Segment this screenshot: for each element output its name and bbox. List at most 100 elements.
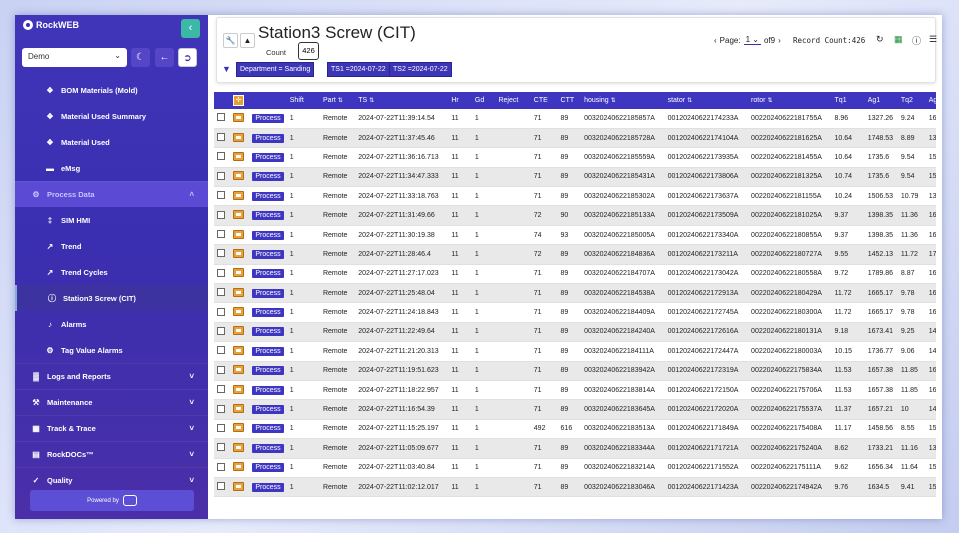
filter-chip-ts1[interactable]: TS1 =2024-07-22: [327, 62, 390, 77]
folder-icon[interactable]: [233, 210, 245, 220]
folder-icon[interactable]: [233, 229, 245, 239]
process-button[interactable]: Process: [252, 346, 284, 356]
column-header-hr[interactable]: Hr: [448, 92, 472, 109]
row-checkbox[interactable]: [217, 268, 225, 277]
process-button[interactable]: Process: [252, 191, 284, 201]
sidebar-item-material-used[interactable]: ❖ Material Used: [15, 129, 208, 155]
collapse-sidebar-button[interactable]: ‹: [181, 19, 200, 38]
column-header-gd[interactable]: Gd: [471, 92, 496, 109]
info-icon[interactable]: ⓘ: [912, 34, 921, 47]
row-checkbox[interactable]: [217, 113, 225, 122]
table-row[interactable]: Process 1 Remote 2024-07-22T11:03:40.84 11 1 7…: [214, 458, 936, 478]
folder-icon[interactable]: [233, 442, 245, 452]
row-checkbox[interactable]: [217, 191, 225, 200]
workspace-select[interactable]: Demo ⌄: [22, 48, 127, 67]
table-row[interactable]: Process 1 Remote 2024-07-22T11:21:20.313 11 1…: [214, 341, 936, 362]
table-row[interactable]: Process 1 Remote 2024-07-22T11:28:46.4 11 1 72…: [214, 244, 936, 265]
table-row[interactable]: Process 1 Remote 2024-07-22T11:31:49.66 11 1 7…: [214, 205, 936, 226]
process-button[interactable]: Process: [252, 211, 284, 221]
column-header-shift[interactable]: Shift: [286, 92, 320, 109]
sort-up-icon[interactable]: ▲: [240, 33, 255, 48]
process-button[interactable]: Process: [252, 113, 284, 123]
table-row[interactable]: Process 1 Remote 2024-07-22T11:30:19.38 11 1 7…: [214, 225, 936, 246]
row-checkbox[interactable]: [217, 482, 225, 491]
folder-icon[interactable]: [233, 462, 245, 472]
table-row[interactable]: Process 1 Remote 2024-07-22T11:33:18.763 11 1…: [214, 186, 936, 207]
table-row[interactable]: Process 1 Remote 2024-07-22T11:19:51.623 11 1…: [214, 361, 936, 381]
process-button[interactable]: Process: [252, 230, 284, 240]
process-button[interactable]: Process: [252, 269, 284, 279]
process-button[interactable]: Process: [252, 288, 284, 298]
process-button[interactable]: Process: [252, 405, 284, 415]
sidebar-item-emsg[interactable]: ▬ eMsg: [15, 155, 208, 181]
column-header-housing[interactable]: housing ⇅: [581, 92, 665, 109]
folder-icon[interactable]: [233, 151, 245, 161]
column-header-tq1[interactable]: Tq1: [831, 92, 865, 109]
row-checkbox[interactable]: [217, 326, 225, 335]
sidebar-item-trend-cycles[interactable]: ↗ Trend Cycles: [15, 259, 208, 285]
sidebar-item-trend[interactable]: ↗ Trend: [15, 233, 208, 259]
table-row[interactable]: Process 1 Remote 2024-07-22T11:16:54.39 11 1 7…: [214, 399, 936, 420]
table-row[interactable]: Process 1 Remote 2024-07-22T11:18:22.957 11 1…: [214, 380, 936, 401]
process-button[interactable]: Process: [252, 308, 284, 318]
table-row[interactable]: Process 1 Remote 2024-07-22T11:02:12.017 11 1…: [214, 477, 936, 498]
folder-icon[interactable]: [233, 132, 245, 142]
row-checkbox[interactable]: [217, 307, 225, 316]
sidebar-item-maintenance[interactable]: ⚒ Maintenance ˅: [15, 389, 208, 415]
folder-icon[interactable]: [233, 268, 245, 278]
next-page-icon[interactable]: ›: [778, 36, 781, 45]
folder-icon[interactable]: [233, 287, 245, 297]
table-row[interactable]: Process 1 Remote 2024-07-22T11:37:45.46 11 1 7…: [214, 128, 936, 149]
menu-icon[interactable]: ☰: [929, 34, 937, 45]
wrench-icon[interactable]: 🔧: [223, 33, 238, 48]
folder-icon[interactable]: [233, 423, 245, 433]
table-row[interactable]: Process 1 Remote 2024-07-22T11:27:17.023 11 1…: [214, 264, 936, 285]
filter-chip-ts2[interactable]: TS2 =2024-07-22: [389, 62, 452, 77]
row-checkbox[interactable]: [217, 385, 225, 394]
expand-icon[interactable]: ✛: [233, 95, 245, 106]
table-row[interactable]: Process 1 Remote 2024-07-22T11:24:18.843 11 1…: [214, 302, 936, 323]
refresh-icon[interactable]: ↻: [876, 34, 884, 45]
process-button[interactable]: Process: [252, 482, 284, 492]
row-checkbox[interactable]: [217, 152, 225, 161]
sidebar-item-bom-materials-mold[interactable]: ❖ BOM Materials (Mold): [15, 77, 208, 103]
process-button[interactable]: Process: [252, 133, 284, 143]
process-button[interactable]: Process: [252, 152, 284, 162]
process-button[interactable]: Process: [252, 424, 284, 434]
process-button[interactable]: Process: [252, 463, 284, 473]
table-row[interactable]: Process 1 Remote 2024-07-22T11:34:47.333 11 1…: [214, 167, 936, 188]
column-header-ts[interactable]: TS ⇅: [355, 92, 449, 109]
column-header-ag2[interactable]: Ag2: [925, 92, 936, 109]
sidebar-item-sim-hmi[interactable]: ‡ SIM HMI: [15, 207, 208, 233]
row-checkbox[interactable]: [217, 462, 225, 471]
theme-toggle-button[interactable]: ☾: [131, 48, 150, 67]
row-checkbox[interactable]: [217, 210, 225, 219]
table-row[interactable]: Process 1 Remote 2024-07-22T11:22:49.64 11 1 7…: [214, 322, 936, 343]
table-row[interactable]: Process 1 Remote 2024-07-22T11:39:14.54 11 1 7…: [214, 109, 936, 129]
folder-icon[interactable]: [233, 326, 245, 336]
column-header-ag1[interactable]: Ag1: [864, 92, 898, 109]
column-header-tq2[interactable]: Tq2: [897, 92, 926, 109]
row-checkbox[interactable]: [217, 443, 225, 452]
sidebar-item-rockdocs[interactable]: ▤ RockDOCs™ ˅: [15, 441, 208, 467]
row-checkbox[interactable]: [217, 404, 225, 413]
row-checkbox[interactable]: [217, 423, 225, 432]
folder-icon[interactable]: [233, 345, 245, 355]
row-checkbox[interactable]: [217, 230, 225, 239]
row-checkbox[interactable]: [217, 171, 225, 180]
folder-icon[interactable]: [233, 190, 245, 200]
process-button[interactable]: Process: [252, 385, 284, 395]
sidebar-item-station-3-screw-cit[interactable]: ⓘ Station3 Screw (CIT): [15, 285, 208, 311]
sidebar-item-alarms[interactable]: ♪ Alarms: [15, 311, 208, 337]
sidebar-item-track-trace[interactable]: ▦ Track & Trace ˅: [15, 415, 208, 441]
folder-icon[interactable]: [233, 248, 245, 258]
excel-export-icon[interactable]: ▦: [894, 34, 903, 45]
row-checkbox[interactable]: [217, 288, 225, 297]
page-select[interactable]: 1 ⌄: [743, 35, 761, 45]
process-button[interactable]: Process: [252, 366, 284, 376]
column-header-reject[interactable]: Reject: [495, 92, 531, 109]
folder-icon[interactable]: [233, 307, 245, 317]
filter-chip-department[interactable]: Department = Sanding: [236, 62, 315, 77]
process-button[interactable]: Process: [252, 327, 284, 337]
folder-icon[interactable]: [233, 481, 245, 491]
